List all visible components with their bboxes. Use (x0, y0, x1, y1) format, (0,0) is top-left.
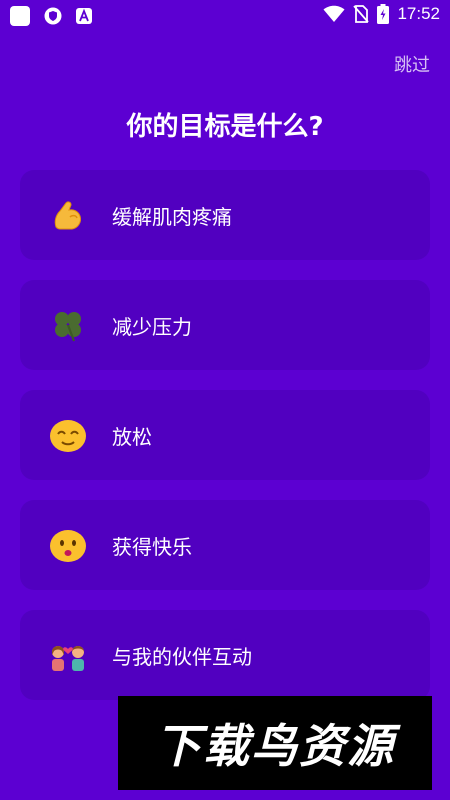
option-label: 放松 (112, 424, 152, 449)
flexed-biceps-icon (48, 195, 88, 235)
option-label: 与我的伙伴互动 (112, 644, 252, 669)
option-relax[interactable]: 放松 (20, 390, 430, 480)
no-sim-icon (353, 5, 370, 23)
wifi-icon (323, 5, 345, 22)
watermark-text: 下载鸟资源 (155, 719, 395, 773)
option-get-happy[interactable]: 获得快乐 (20, 500, 430, 590)
letter-a-icon (76, 8, 92, 24)
status-bar: 17:52 (0, 0, 450, 32)
status-time: 17:52 (397, 4, 440, 23)
option-label: 缓解肌肉疼痛 (112, 204, 232, 229)
four-leaf-clover-icon (48, 305, 88, 345)
page-title: 你的目标是什么? (126, 112, 324, 142)
option-interact-with-partner[interactable]: 与我的伙伴互动 (20, 610, 430, 700)
app-notification-icon (10, 6, 30, 26)
face-icon (48, 525, 88, 565)
option-label: 获得快乐 (112, 534, 192, 559)
relieved-face-icon (48, 415, 88, 455)
status-right-icons: 17:52 (323, 4, 440, 24)
couple-with-heart-icon (48, 635, 88, 675)
battery-charging-icon (377, 4, 390, 24)
option-label: 减少压力 (112, 314, 192, 339)
status-left-icons (10, 6, 92, 26)
option-reduce-stress[interactable]: 减少压力 (20, 280, 430, 370)
skip-button[interactable]: 跳过 (394, 51, 430, 77)
option-relieve-muscle-pain[interactable]: 缓解肌肉疼痛 (20, 170, 430, 260)
shield-icon (44, 7, 62, 25)
watermark-banner: 下载鸟资源 (118, 696, 432, 790)
